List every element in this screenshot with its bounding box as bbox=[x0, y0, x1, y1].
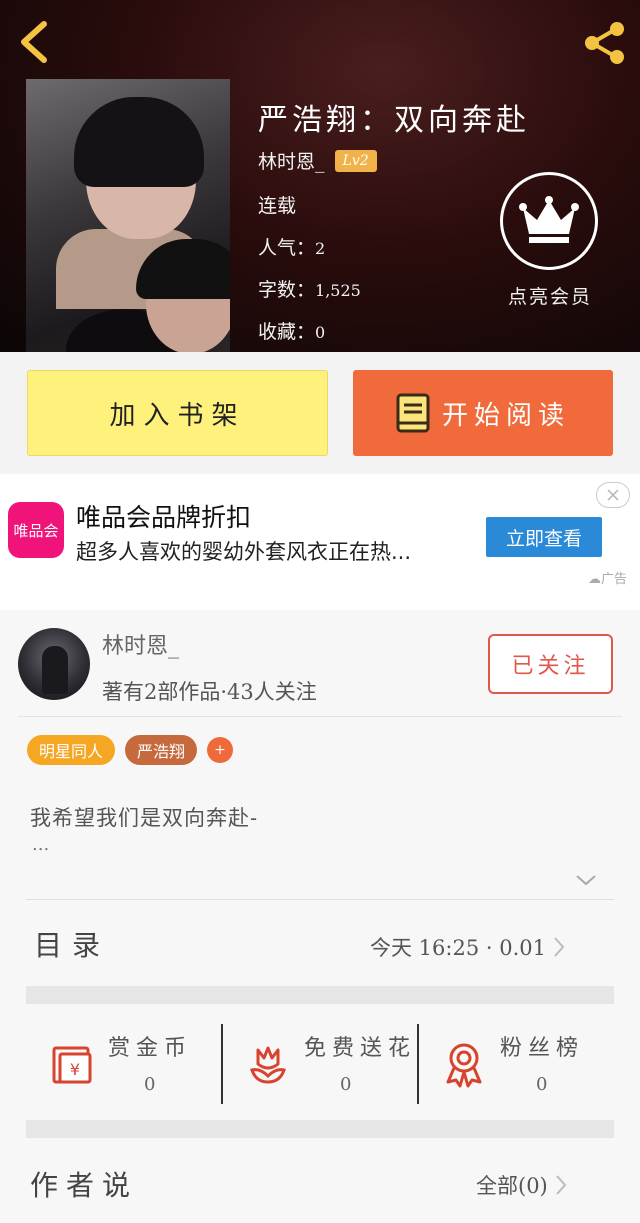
start-reading-label: 开始阅读 bbox=[441, 400, 570, 431]
add-to-shelf-label: 加入书架 bbox=[109, 400, 246, 431]
status-text: 连载 bbox=[258, 195, 297, 217]
crown-icon bbox=[519, 196, 579, 243]
author-card-stats: 著有2部作品·43人关注 bbox=[102, 680, 317, 704]
toc-link[interactable]: 今天 16:25 · 0.01 bbox=[370, 932, 566, 962]
ad-banner[interactable]: 唯品会 唯品会品牌折扣 超多人喜欢的婴幼外套风衣正在热... 立即查看 ☁广告 bbox=[0, 474, 640, 610]
ad-view-button[interactable]: 立即查看 bbox=[486, 517, 602, 557]
award-ribbon-icon bbox=[446, 1043, 482, 1088]
level-badge: Lv2 bbox=[334, 149, 377, 172]
ad-description: 超多人喜欢的婴幼外套风衣正在热... bbox=[76, 540, 412, 564]
tag-list: 明星同人 严浩翔 + bbox=[27, 735, 234, 765]
reward-coins-count: 0 bbox=[144, 1074, 156, 1095]
author-section: 林时恩_ 著有2部作品·43人关注 已关注 明星同人 严浩翔 + 我希望我们是双… bbox=[0, 610, 640, 1223]
vip-label: 点亮会员 bbox=[507, 286, 592, 308]
favorites-value: 0 bbox=[315, 323, 326, 342]
toc-update-info: 今天 16:25 · 0.01 bbox=[370, 936, 546, 960]
author-line: 林时恩_ Lv2 bbox=[258, 147, 377, 174]
cloud-icon: ☁ bbox=[588, 572, 601, 587]
book-description: 我希望我们是双向奔赴- bbox=[30, 806, 259, 830]
fan-ranking-button[interactable]: 粉丝榜 0 bbox=[418, 1020, 614, 1120]
book-info: 严浩翔：双向奔赴 林时恩_ Lv2 连载 人气：2 字数：1,525 收藏：0 bbox=[258, 95, 530, 343]
divider bbox=[26, 899, 614, 900]
ad-tag: ☁广告 bbox=[588, 568, 627, 587]
stats-row: ¥ 赏金币 0 免费送花 0 粉丝榜 0 bbox=[26, 1020, 614, 1120]
add-tag-button[interactable]: + bbox=[207, 737, 234, 763]
favorites-label: 收藏： bbox=[258, 321, 316, 343]
share-button[interactable] bbox=[580, 18, 630, 68]
red-envelope-icon: ¥ bbox=[52, 1046, 92, 1084]
ad-title: 唯品会品牌折扣 bbox=[76, 503, 252, 532]
book-header: 严浩翔：双向奔赴 林时恩_ Lv2 连载 人气：2 字数：1,525 收藏：0 … bbox=[0, 0, 640, 352]
author-card-name[interactable]: 林时恩_ bbox=[102, 628, 179, 660]
section-separator bbox=[26, 1120, 614, 1138]
word-count-label: 字数： bbox=[258, 279, 316, 301]
start-reading-button[interactable]: 开始阅读 bbox=[353, 370, 613, 456]
vip-circle bbox=[500, 172, 598, 270]
word-count-value: 1,525 bbox=[315, 281, 361, 300]
popularity-label: 人气： bbox=[258, 237, 316, 259]
book-cover-image bbox=[26, 79, 230, 352]
close-icon bbox=[607, 489, 619, 501]
tag-item[interactable]: 明星同人 bbox=[27, 735, 116, 765]
back-button[interactable] bbox=[14, 18, 54, 66]
favorites-row: 收藏：0 bbox=[258, 317, 325, 344]
send-flowers-count: 0 bbox=[340, 1074, 352, 1095]
author-says-title: 作者说 bbox=[30, 1169, 139, 1202]
share-icon bbox=[585, 22, 624, 64]
ad-tag-label: 广告 bbox=[601, 572, 628, 587]
chevron-right-icon bbox=[554, 937, 565, 957]
toc-title: 目录 bbox=[34, 929, 111, 962]
book-title: 严浩翔：双向奔赴 bbox=[258, 103, 530, 138]
author-name[interactable]: 林时恩_ bbox=[258, 147, 325, 174]
reward-coins-button[interactable]: ¥ 赏金币 0 bbox=[26, 1020, 222, 1120]
word-count-row: 字数：1,525 bbox=[258, 275, 361, 302]
divider bbox=[18, 716, 622, 717]
ad-close-button[interactable] bbox=[596, 482, 630, 508]
fan-ranking-count: 0 bbox=[536, 1074, 548, 1095]
send-flowers-button[interactable]: 免费送花 0 bbox=[222, 1020, 418, 1120]
avatar[interactable] bbox=[18, 628, 90, 700]
vip-button[interactable]: 点亮会员 bbox=[500, 172, 600, 309]
follow-button[interactable]: 已关注 bbox=[488, 634, 613, 694]
ad-logo: 唯品会 bbox=[8, 502, 64, 558]
chevron-right-icon bbox=[556, 1175, 567, 1195]
description-ellipsis: ... bbox=[32, 834, 50, 855]
fan-ranking-label: 粉丝榜 bbox=[500, 1036, 585, 1061]
popularity-value: 2 bbox=[315, 239, 326, 258]
expand-button[interactable] bbox=[574, 872, 598, 888]
section-separator bbox=[26, 986, 614, 1004]
popularity-row: 人气：2 bbox=[258, 233, 325, 260]
author-says-all-link[interactable]: 全部(0) bbox=[476, 1170, 568, 1200]
tag-item[interactable]: 严浩翔 bbox=[125, 735, 198, 765]
chevron-left-icon bbox=[21, 21, 47, 63]
chevron-down-icon bbox=[576, 875, 596, 886]
author-says-all-label: 全部(0) bbox=[476, 1174, 548, 1198]
book-icon bbox=[396, 393, 430, 433]
svg-text:¥: ¥ bbox=[70, 1060, 80, 1079]
add-to-shelf-button[interactable]: 加入书架 bbox=[27, 370, 328, 456]
reward-coins-label: 赏金币 bbox=[108, 1036, 193, 1061]
flower-icon bbox=[250, 1046, 286, 1084]
send-flowers-label: 免费送花 bbox=[304, 1036, 417, 1061]
